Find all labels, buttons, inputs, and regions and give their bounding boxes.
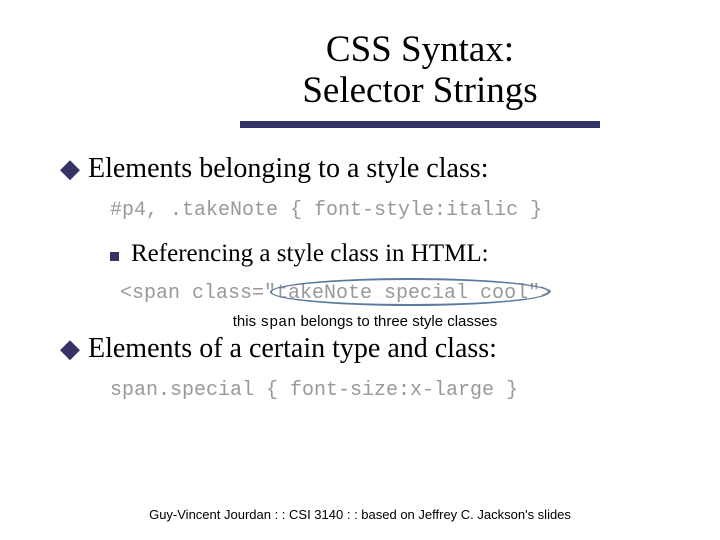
title-line-2: Selector Strings (240, 71, 600, 112)
html-example-wrap: <span class="takeNote special cool"> (120, 282, 670, 305)
bullet3-text: Elements of a certain type and class: (88, 333, 497, 365)
bullet-level1: ◆ Elements of a certain type and class: (60, 333, 670, 365)
slide: CSS Syntax: Selector Strings ◆ Elements … (0, 0, 720, 540)
title-block: CSS Syntax: Selector Strings (240, 30, 600, 128)
slide-body: ◆ Elements belonging to a style class: #… (60, 153, 670, 402)
title-underline (240, 121, 600, 128)
bullet1-text: Elements belonging to a style class: (88, 153, 488, 185)
square-bullet-icon (110, 252, 119, 261)
bullet-level1: ◆ Elements belonging to a style class: (60, 153, 670, 185)
caption-post: belongs to three style classes (296, 313, 497, 330)
footer: Guy-Vincent Jourdan : : CSI 3140 : : bas… (0, 507, 720, 522)
caption-mono: span (260, 314, 296, 331)
title-line-1: CSS Syntax: (240, 30, 600, 71)
diamond-bullet-icon: ◆ (60, 156, 80, 182)
bullet-level2: Referencing a style class in HTML: (110, 240, 670, 268)
code-example-2: span.special { font-size:x-large } (110, 379, 670, 402)
code-example-1: #p4, .takeNote { font-style:italic } (110, 199, 670, 222)
diamond-bullet-icon: ◆ (60, 336, 80, 362)
bullet2-text: Referencing a style class in HTML: (131, 240, 489, 268)
caption: this span belongs to three style classes (60, 313, 670, 331)
caption-pre: this (233, 313, 261, 330)
